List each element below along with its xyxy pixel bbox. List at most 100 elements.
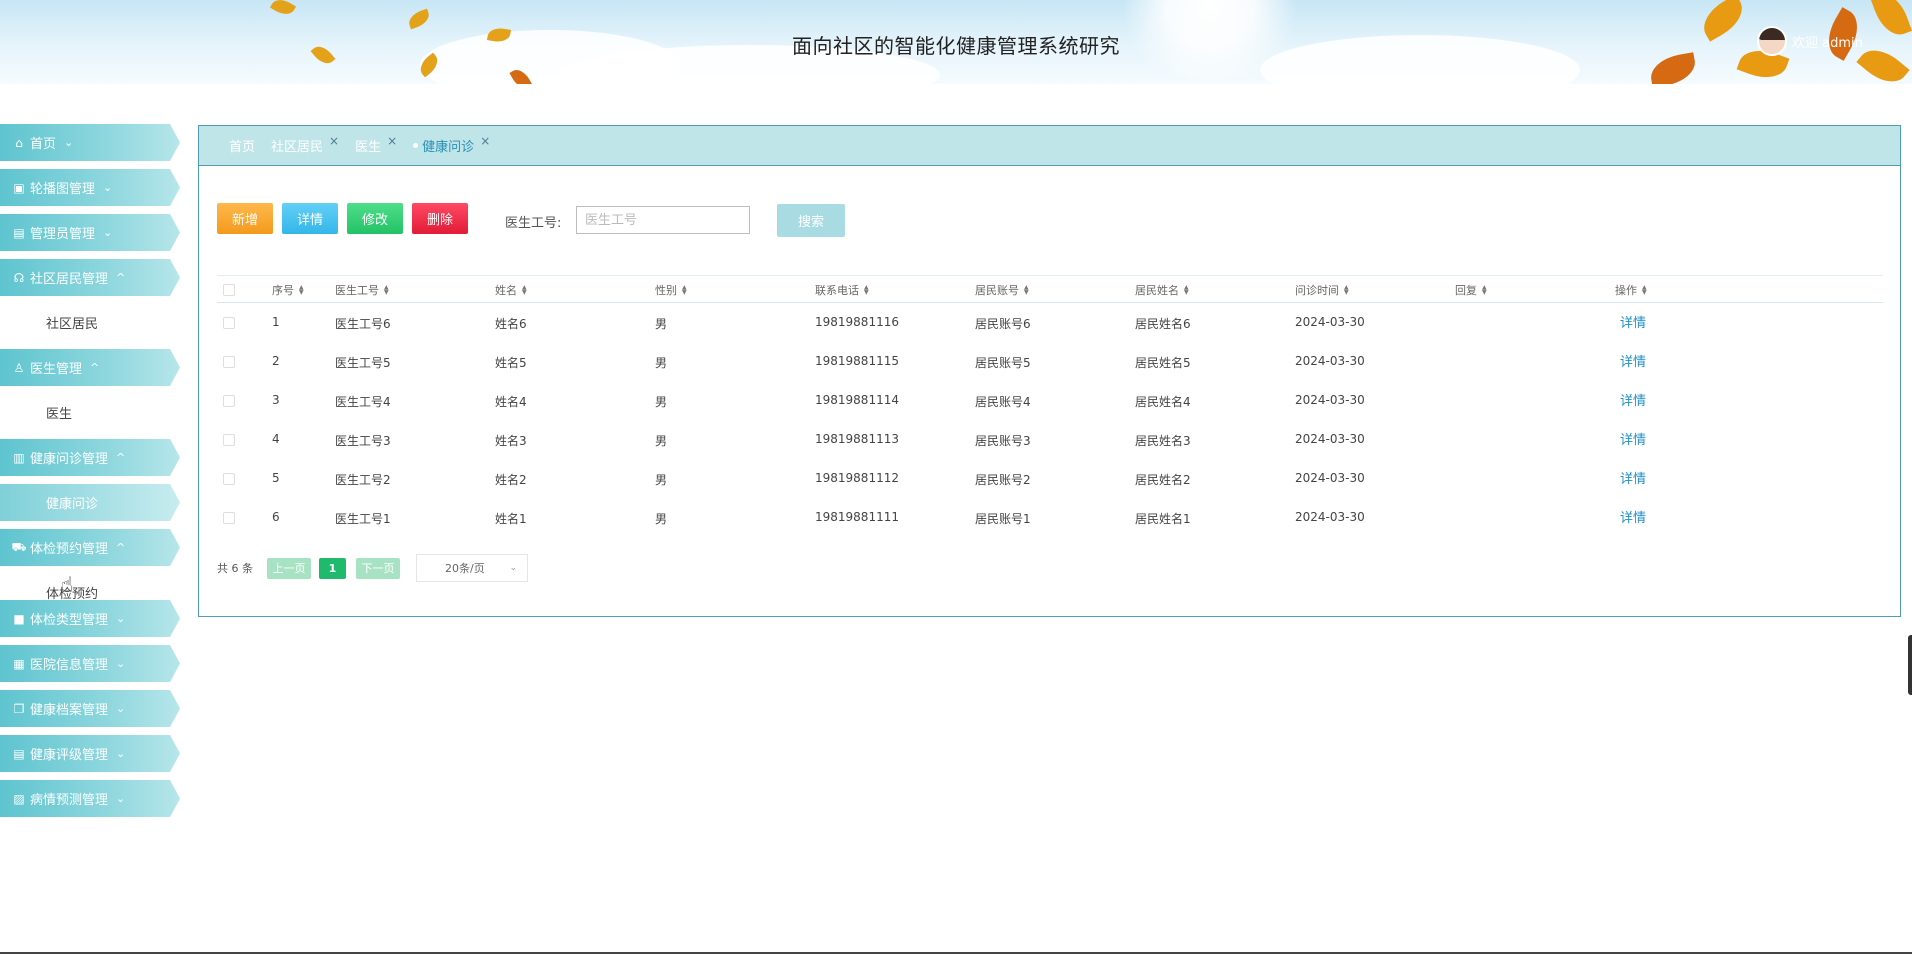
sidebar-item-checkup-booking[interactable]: ⛟ 体检预约管理 ^ [0,529,180,566]
cell-phone: 19819881113 [815,432,899,446]
sidebar-item-consultation[interactable]: ▥ 健康问诊管理 ^ [0,439,180,476]
sort-icon[interactable]: ▲ ▼ [864,285,869,296]
sort-icon[interactable]: ▲ ▼ [522,285,527,296]
column-header[interactable]: 姓名 ▲ ▼ [495,282,527,298]
row-detail-link[interactable]: 详情 [1620,351,1646,370]
row-checkbox[interactable] [223,434,235,446]
row-detail-link[interactable]: 详情 [1620,507,1646,526]
sort-icon[interactable]: ▲ ▼ [682,285,687,296]
sidebar-item-doctors[interactable]: ♙ 医生管理 ^ [0,349,180,386]
column-header[interactable]: 问诊时间 ▲ ▼ [1295,282,1349,298]
doc-icon: ▥ [13,450,25,465]
detail-button[interactable]: 详情 [282,203,338,234]
sidebar-item-label: 医生管理 [30,362,83,377]
column-header[interactable]: 性别 ▲ ▼ [655,282,687,298]
cell-phone: 19819881114 [815,393,899,407]
sort-icon[interactable]: ▲ ▼ [1642,285,1647,296]
cell-gender: 男 [655,395,668,409]
select-all-checkbox[interactable] [223,284,235,296]
table-row[interactable]: 4 医生工号3 姓名3 男 19819881113 居民账号3 居民姓名3 20… [217,420,1883,459]
close-icon[interactable]: × [480,134,490,148]
box-icon: ■ [13,611,25,626]
next-page-button[interactable]: 下一页 [356,557,400,579]
sidebar-item-label: 社区居民管理 [30,272,109,287]
sidebar-subitem-residents[interactable]: 社区居民 [0,304,180,341]
doctor-id-search-input[interactable] [576,206,750,234]
table-row[interactable]: 1 医生工号6 姓名6 男 19819881116 居民账号6 居民姓名6 20… [217,303,1883,342]
sidebar-item-label: 健康评级管理 [30,748,109,763]
column-header[interactable]: 居民账号 ▲ ▼ [975,282,1029,298]
sort-icon[interactable]: ▲ ▼ [299,285,304,296]
page-number-button[interactable]: 1 [319,557,346,579]
column-header[interactable]: 序号 ▲ ▼ [272,282,304,298]
row-detail-link[interactable]: 详情 [1620,429,1646,448]
sort-icon[interactable]: ▲ ▼ [1344,285,1349,296]
sidebar-item-home[interactable]: ⌂ 首页 ⌄ [0,124,180,161]
cell-consult-time: 2024-03-30 [1295,432,1365,446]
sidebar-item-residents[interactable]: ☊ 社区居民管理 ^ [0,259,180,296]
table-row[interactable]: 3 医生工号4 姓名4 男 19819881114 居民账号4 居民姓名4 20… [217,381,1883,420]
grid-icon: ▦ [13,656,25,671]
row-checkbox[interactable] [223,356,235,368]
cell-index: 1 [272,315,280,329]
row-checkbox[interactable] [223,473,235,485]
column-header[interactable]: 联系电话 ▲ ▼ [815,282,869,298]
row-detail-link[interactable]: 详情 [1620,468,1646,487]
scrollbar-handle[interactable] [1908,635,1912,695]
welcome-text[interactable]: 欢迎 admin [1792,32,1863,51]
sort-icon[interactable]: ▲ ▼ [384,285,389,296]
sidebar-item-prediction[interactable]: ▨ 病情预测管理 ⌄ [0,780,180,817]
row-detail-link[interactable]: 详情 [1620,312,1646,331]
row-checkbox[interactable] [223,317,235,329]
page-size-select[interactable]: 20条/页 ⌄ [416,554,528,582]
column-header[interactable]: 回复 ▲ ▼ [1455,282,1487,298]
row-detail-link[interactable]: 详情 [1620,390,1646,409]
cell-doctor-id: 医生工号2 [335,473,391,487]
search-button[interactable]: 搜索 [777,204,845,237]
cell-phone: 19819881115 [815,354,899,368]
row-checkbox[interactable] [223,512,235,524]
total-count: 共 6 条 [217,562,253,575]
column-header[interactable]: 居民姓名 ▲ ▼ [1135,282,1189,298]
row-checkbox[interactable] [223,395,235,407]
sidebar-item-admin[interactable]: ▤ 管理员管理 ⌄ [0,214,180,251]
column-header[interactable]: 医生工号 ▲ ▼ [335,282,389,298]
cell-name: 姓名5 [495,356,527,370]
sidebar-item-carousel[interactable]: ▣ 轮播图管理 ⌄ [0,169,180,206]
sidebar-item-hospital[interactable]: ▦ 医院信息管理 ⌄ [0,645,180,682]
chevron-up-icon: ^ [90,361,100,374]
sidebar-item-label: 体检类型管理 [30,613,109,628]
headset-icon: ☊ [13,270,25,285]
sidebar-item-health-rating[interactable]: ▤ 健康评级管理 ⌄ [0,735,180,772]
sort-icon[interactable]: ▲ ▼ [1482,285,1487,296]
sidebar-subitem-consultation[interactable]: 健康问诊 [0,484,180,521]
avatar[interactable] [1757,26,1787,56]
search-label: 医生工号: [505,216,562,231]
table-row[interactable]: 6 医生工号1 姓名1 男 19819881111 居民账号1 居民姓名1 20… [217,498,1883,537]
table-row[interactable]: 2 医生工号5 姓名5 男 19819881115 居民账号5 居民姓名5 20… [217,342,1883,381]
sort-icon[interactable]: ▲ ▼ [1184,285,1189,296]
close-icon[interactable]: × [329,134,339,148]
prev-page-button[interactable]: 上一页 [267,557,311,579]
cell-resident-account: 居民账号6 [975,317,1031,331]
column-header[interactable]: 操作 ▲ ▼ [1615,282,1647,298]
chevron-down-icon: ⌄ [64,136,74,149]
add-button[interactable]: 新增 [217,203,273,234]
tab-home[interactable]: 首页 [229,136,255,155]
sidebar-item-checkup-type[interactable]: ■ 体检类型管理 ⌄ [0,600,180,637]
tab-doctors[interactable]: 医生 × [355,134,397,156]
cell-phone: 19819881116 [815,315,899,329]
app-header: 面向社区的智能化健康管理系统研究 欢迎 admin [0,0,1912,84]
sort-icon[interactable]: ▲ ▼ [1024,285,1029,296]
admin-icon: ▤ [13,225,25,240]
delete-button[interactable]: 删除 [412,203,468,234]
close-icon[interactable]: × [387,134,397,148]
table-row[interactable]: 5 医生工号2 姓名2 男 19819881112 居民账号2 居民姓名2 20… [217,459,1883,498]
main-panel: 首页 社区居民× 医生× 健康问诊× 新增 详情 修改 删除 医生工号: 搜索 … [198,125,1901,617]
sidebar-subitem-doctors[interactable]: 医生 [0,394,180,431]
cell-resident-account: 居民账号3 [975,434,1031,448]
sidebar-item-health-records[interactable]: ❐ 健康档案管理 ⌄ [0,690,180,727]
tab-consultation[interactable]: 健康问诊 × [413,134,490,155]
edit-button[interactable]: 修改 [347,203,403,234]
tab-residents[interactable]: 社区居民 × [271,134,339,156]
